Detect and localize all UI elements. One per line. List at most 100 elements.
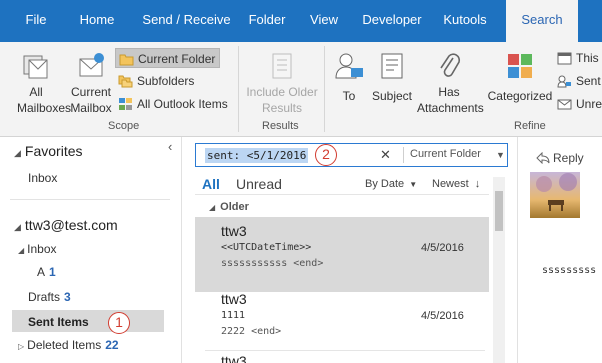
scrollbar-thumb[interactable] [495,191,503,231]
collapse-pane-icon[interactable]: ‹ [168,139,172,154]
subfolders-button[interactable]: Subfolders [115,71,220,91]
subject-icon [381,53,403,79]
subject-label: Subject [371,89,413,103]
include-older-results-button[interactable]: Include Older Results [244,50,320,116]
current-folder-button[interactable]: Current Folder [115,48,220,68]
reply-button[interactable]: Reply [536,151,584,165]
collapse-triangle-icon: ◢ [18,246,25,255]
pane-divider [10,199,170,200]
to-label: To [342,89,356,103]
message-item[interactable]: ttw3 [195,350,489,363]
callout-badge-1: 1 [108,312,130,334]
search-input[interactable]: sent: <5/1/2016 [205,148,309,163]
folder-drafts[interactable]: Drafts 3 [28,290,71,304]
favorites-header[interactable]: ◢ Favorites [14,143,83,159]
clear-search-icon[interactable]: ✕ [380,147,391,163]
folder-inbox[interactable]: ◢ Inbox [18,242,57,256]
search-separator [403,147,404,163]
folder-deleted-items[interactable]: ▷ Deleted Items 22 [18,338,119,352]
message-list-scrollbar[interactable] [493,177,505,363]
folder-drafts-count: 3 [64,290,71,304]
group-separator [324,46,325,132]
sort-by-label: By Date [365,178,405,190]
all-outlook-items-button[interactable]: All Outlook Items [115,94,233,114]
folder-a[interactable]: A1 [37,265,56,279]
message-item[interactable]: ttw3 1111 4/5/2016 2222 <end> [195,285,489,360]
results-group-label: Results [262,120,299,132]
tab-file[interactable]: File [14,0,58,42]
tab-kutools[interactable]: Kutools [436,0,494,42]
tab-send-receive[interactable]: Send / Receive [135,0,238,42]
this-week-label: This [576,51,599,65]
search-scope-dropdown[interactable]: Current Folder [410,148,481,160]
message-date: 4/5/2016 [421,242,464,254]
tab-developer[interactable]: Developer [356,0,428,42]
subfolders-label: Subfolders [137,74,195,88]
account-label: ttw3@test.com [24,217,118,233]
chevron-down-icon[interactable]: ▼ [496,150,505,160]
this-week-button[interactable]: This [554,48,602,68]
to-button[interactable]: To [330,50,368,104]
tab-search[interactable]: Search [506,0,578,42]
current-folder-label: Current Folder [138,52,216,66]
filter-unread-tab[interactable]: Unread [236,176,282,192]
older-results-icon [272,53,292,79]
categories-icon [508,54,532,78]
group-older-label: Older [220,201,249,213]
message-item[interactable]: ttw3 <<UTCDateTime>> 4/5/2016 ssssssssss… [195,217,489,292]
categorized-button[interactable]: Categorized [486,50,554,104]
envelope-icon [557,99,572,110]
favorites-inbox[interactable]: Inbox [28,171,57,185]
current-mailbox-button[interactable]: Current Mailbox [66,50,116,116]
expand-triangle-icon: ▷ [18,342,25,351]
calendar-icon [557,52,572,65]
folder-sent-items[interactable]: Sent Items [28,315,89,329]
message-body-text: sssssssss [542,265,597,276]
folder-a-label: A [37,265,46,279]
callout-badge-2: 2 [315,144,337,166]
arrow-down-icon: ↓ [474,178,481,190]
unread-button[interactable]: Unre [554,94,602,114]
folder-deleted-label: Deleted Items [27,338,102,352]
sent-to-button[interactable]: Sent [554,71,602,91]
tab-view[interactable]: View [300,0,348,42]
subfolders-icon [118,75,133,88]
sort-by-dropdown[interactable]: By Date ▼ [365,178,417,190]
message-date: 4/5/2016 [421,310,464,322]
scope-group-label: Scope [108,120,140,132]
current-mailbox-icon [79,53,104,77]
current-mailbox-label: Current Mailbox [70,85,112,115]
message-subject: <<UTCDateTime>> [221,242,312,253]
filter-all-tab[interactable]: All [202,176,220,192]
include-older-results-label: Include Older Results [246,85,318,115]
all-mailboxes-button[interactable]: All Mailboxes [6,50,71,116]
tab-home[interactable]: Home [72,0,122,42]
group-header-older[interactable]: ◢ Older [209,201,249,213]
paperclip-icon [440,53,461,77]
reply-label: Reply [553,151,584,165]
account-header[interactable]: ◢ ttw3@test.com [14,217,118,233]
ribbon: All Mailboxes Current Mailbox Current Fo… [0,42,602,137]
person-mail-icon [335,53,363,79]
reading-pane: Reply sssssssss [517,137,602,363]
reply-icon [536,152,550,164]
group-separator [238,46,239,132]
has-attachments-button[interactable]: Has Attachments [414,50,484,116]
ribbon-tab-bar: File Home Send / Receive Folder View Dev… [0,0,602,42]
collapse-triangle-icon: ◢ [209,203,216,212]
sort-order-toggle[interactable]: Newest ↓ [432,178,480,190]
all-outlook-items-label: All Outlook Items [137,97,228,111]
subject-button[interactable]: Subject [370,50,414,104]
folder-deleted-count: 22 [105,338,119,352]
sort-order-label: Newest [432,178,469,190]
search-box[interactable]: sent: <5/1/2016 ✕ Current Folder ▼ [195,143,508,167]
message-subject: 1111 [221,310,246,321]
unread-label: Unre [576,97,602,111]
collapse-triangle-icon: ◢ [14,222,21,232]
folder-icon [119,54,134,66]
folder-drafts-label: Drafts [28,290,61,304]
message-preview: 2222 <end> [221,326,282,337]
sent-icon [557,75,571,88]
tab-folder[interactable]: Folder [241,0,293,42]
all-items-icon [119,98,132,110]
